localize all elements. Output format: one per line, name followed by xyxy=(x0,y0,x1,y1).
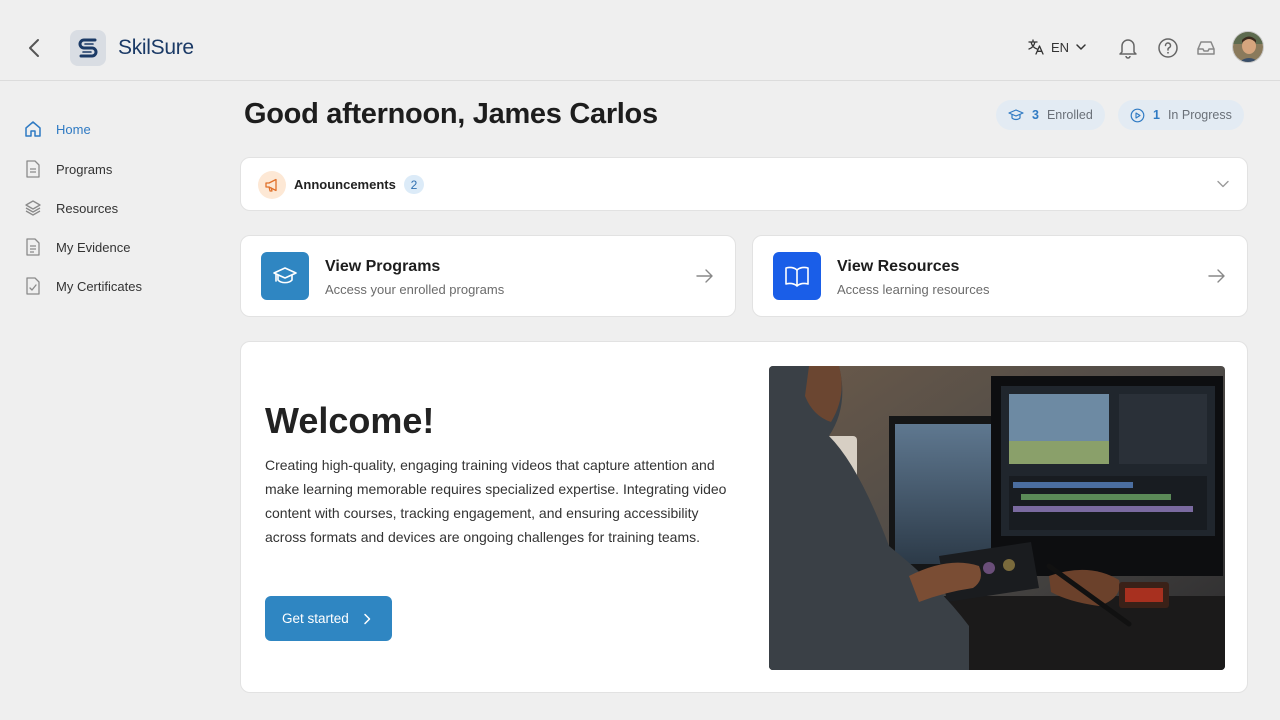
language-label: EN xyxy=(1051,39,1070,55)
sidebar-item-label: My Evidence xyxy=(56,239,131,255)
sidebar-item-my-certificates[interactable]: My Certificates xyxy=(24,272,204,300)
chevron-right-icon xyxy=(364,613,371,624)
arrow-right-icon xyxy=(695,266,715,286)
back-button[interactable] xyxy=(22,36,46,60)
view-resources-card[interactable]: View Resources Access learning resources xyxy=(752,235,1248,317)
enrolled-badge[interactable]: 3 Enrolled xyxy=(996,100,1105,130)
language-selector[interactable]: EN xyxy=(1027,38,1087,56)
inbox-button[interactable] xyxy=(1194,36,1218,60)
sidebar-item-my-evidence[interactable]: My Evidence xyxy=(24,233,204,261)
home-icon xyxy=(24,120,42,138)
open-book-icon xyxy=(773,252,821,300)
welcome-image xyxy=(769,366,1225,670)
chevron-down-icon xyxy=(1217,180,1229,188)
enrolled-count: 3 xyxy=(1032,108,1039,122)
sidebar-item-resources[interactable]: Resources xyxy=(24,194,204,222)
announcements-title: Announcements xyxy=(294,177,396,192)
announcements-count-badge: 2 xyxy=(404,175,424,194)
enrolled-label: Enrolled xyxy=(1046,108,1093,122)
sidebar-item-home[interactable]: Home xyxy=(24,115,204,143)
sidebar-item-label: Resources xyxy=(56,200,119,216)
sidebar-item-programs[interactable]: Programs xyxy=(24,155,204,183)
play-circle-icon xyxy=(1130,108,1145,122)
welcome-card: Welcome! Creating high-quality, engaging… xyxy=(240,341,1248,693)
bell-icon xyxy=(1119,39,1137,59)
notifications-button[interactable] xyxy=(1116,36,1140,60)
announcements-panel[interactable]: Announcements 2 xyxy=(240,157,1248,211)
welcome-title: Welcome! xyxy=(265,400,435,441)
card-title: View Resources xyxy=(837,258,960,275)
help-button[interactable] xyxy=(1156,36,1180,60)
card-subtitle: Access learning resources xyxy=(837,282,990,297)
get-started-button[interactable]: Get started xyxy=(265,596,392,641)
page-title: Good afternoon, James Carlos xyxy=(244,98,658,130)
megaphone-icon xyxy=(258,171,286,199)
layers-icon xyxy=(24,199,42,217)
welcome-text: Creating high-quality, engaging training… xyxy=(265,457,727,545)
in-progress-badge[interactable]: 1 In Progress xyxy=(1118,100,1244,130)
help-circle-icon xyxy=(1158,38,1178,58)
graduation-cap-icon xyxy=(1008,109,1024,121)
graduation-cap-icon xyxy=(261,252,309,300)
translate-icon xyxy=(1028,39,1044,55)
app-logo-icon[interactable] xyxy=(70,30,106,66)
expand-announcements-button[interactable] xyxy=(1213,174,1233,194)
arrow-right-icon xyxy=(1207,266,1227,286)
app-name: SkilSure xyxy=(118,36,194,59)
sidebar-item-label: Home xyxy=(56,121,91,137)
view-programs-card[interactable]: View Programs Access your enrolled progr… xyxy=(240,235,736,317)
card-title: View Programs xyxy=(325,258,441,275)
chevron-left-icon xyxy=(29,39,39,57)
in-progress-count: 1 xyxy=(1153,108,1160,122)
top-bar: SkilSure EN xyxy=(0,0,1280,81)
sidebar-item-label: My Certificates xyxy=(56,278,142,294)
file-text-icon xyxy=(24,238,42,256)
avatar[interactable] xyxy=(1232,31,1264,63)
inbox-icon xyxy=(1197,41,1215,55)
document-icon xyxy=(24,160,42,178)
card-subtitle: Access your enrolled programs xyxy=(325,282,505,297)
sidebar-item-label: Programs xyxy=(56,161,113,177)
chevron-down-icon xyxy=(1076,44,1086,50)
in-progress-label: In Progress xyxy=(1167,108,1232,122)
certificate-file-icon xyxy=(24,277,42,295)
get-started-label: Get started xyxy=(282,611,349,626)
